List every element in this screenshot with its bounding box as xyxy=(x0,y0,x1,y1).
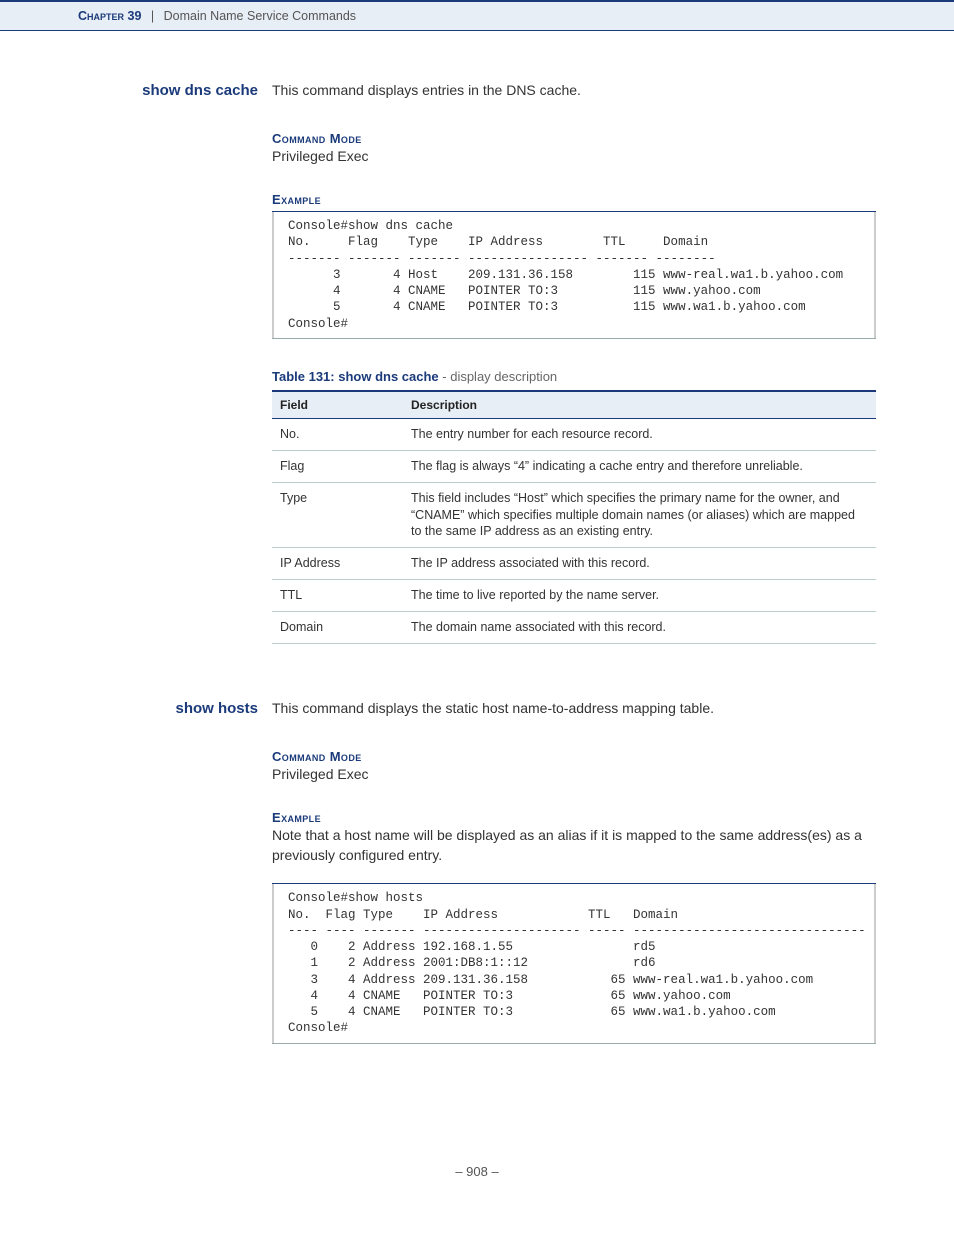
table-row: No. The entry number for each resource r… xyxy=(272,418,876,450)
header-separator: | xyxy=(151,9,154,23)
cell-desc: The time to live reported by the name se… xyxy=(403,580,876,612)
side-heading-show-dns-cache: show dns cache xyxy=(78,82,258,99)
cell-desc: The IP address associated with this reco… xyxy=(403,548,876,580)
page-number: – 908 – xyxy=(78,1164,876,1179)
example-rule-bottom xyxy=(272,1043,876,1044)
section-body: Command Mode Privileged Exec Example Con… xyxy=(272,131,876,644)
command-mode-label: Command Mode xyxy=(272,749,876,764)
table-row: Domain The domain name associated with t… xyxy=(272,612,876,644)
table-row: Flag The flag is always “4” indicating a… xyxy=(272,450,876,482)
example-rule-bottom xyxy=(272,338,876,339)
example-label: Example xyxy=(272,810,876,825)
cell-desc: The flag is always “4” indicating a cach… xyxy=(403,450,876,482)
table-row: Type This field includes “Host” which sp… xyxy=(272,482,876,548)
example-output: Console#show dns cache No. Flag Type IP … xyxy=(288,218,864,332)
example-output: Console#show hosts No. Flag Type IP Addr… xyxy=(288,890,864,1036)
section-show-dns-cache: show dns cache This command displays ent… xyxy=(78,81,876,644)
section-body: Command Mode Privileged Exec Example Not… xyxy=(272,749,876,1044)
description-table: Field Description No. The entry number f… xyxy=(272,390,876,644)
section-heading-row: show hosts This command displays the sta… xyxy=(78,699,876,719)
side-heading-show-hosts: show hosts xyxy=(78,700,258,717)
command-mode-value: Privileged Exec xyxy=(272,147,876,167)
intro-text: This command displays the static host na… xyxy=(272,699,714,719)
chapter-name: Domain Name Service Commands xyxy=(164,9,356,23)
section-show-hosts: show hosts This command displays the sta… xyxy=(78,699,876,1044)
example-note: Note that a host name will be displayed … xyxy=(272,826,876,865)
table-row: TTL The time to live reported by the nam… xyxy=(272,580,876,612)
cell-desc: This field includes “Host” which specifi… xyxy=(403,482,876,548)
th-description: Description xyxy=(403,391,876,419)
example-box: Console#show dns cache No. Flag Type IP … xyxy=(272,212,876,338)
th-field: Field xyxy=(272,391,403,419)
page-content: show dns cache This command displays ent… xyxy=(0,31,954,1219)
cell-field: Domain xyxy=(272,612,403,644)
intro-text: This command displays entries in the DNS… xyxy=(272,81,581,101)
cell-field: Type xyxy=(272,482,403,548)
table-caption-light: - display description xyxy=(439,369,558,384)
table-header-row: Field Description xyxy=(272,391,876,419)
cell-field: IP Address xyxy=(272,548,403,580)
cell-desc: The domain name associated with this rec… xyxy=(403,612,876,644)
section-heading-row: show dns cache This command displays ent… xyxy=(78,81,876,101)
example-box: Console#show hosts No. Flag Type IP Addr… xyxy=(272,884,876,1042)
chapter-label: Chapter 39 xyxy=(78,9,141,23)
table-row: IP Address The IP address associated wit… xyxy=(272,548,876,580)
table-caption: Table 131: show dns cache - display desc… xyxy=(272,369,876,384)
command-mode-value: Privileged Exec xyxy=(272,765,876,785)
command-mode-label: Command Mode xyxy=(272,131,876,146)
cell-field: TTL xyxy=(272,580,403,612)
page-header: Chapter 39 | Domain Name Service Command… xyxy=(0,0,954,31)
cell-field: No. xyxy=(272,418,403,450)
example-label: Example xyxy=(272,192,876,207)
cell-desc: The entry number for each resource recor… xyxy=(403,418,876,450)
table-caption-strong: Table 131: show dns cache xyxy=(272,369,439,384)
cell-field: Flag xyxy=(272,450,403,482)
